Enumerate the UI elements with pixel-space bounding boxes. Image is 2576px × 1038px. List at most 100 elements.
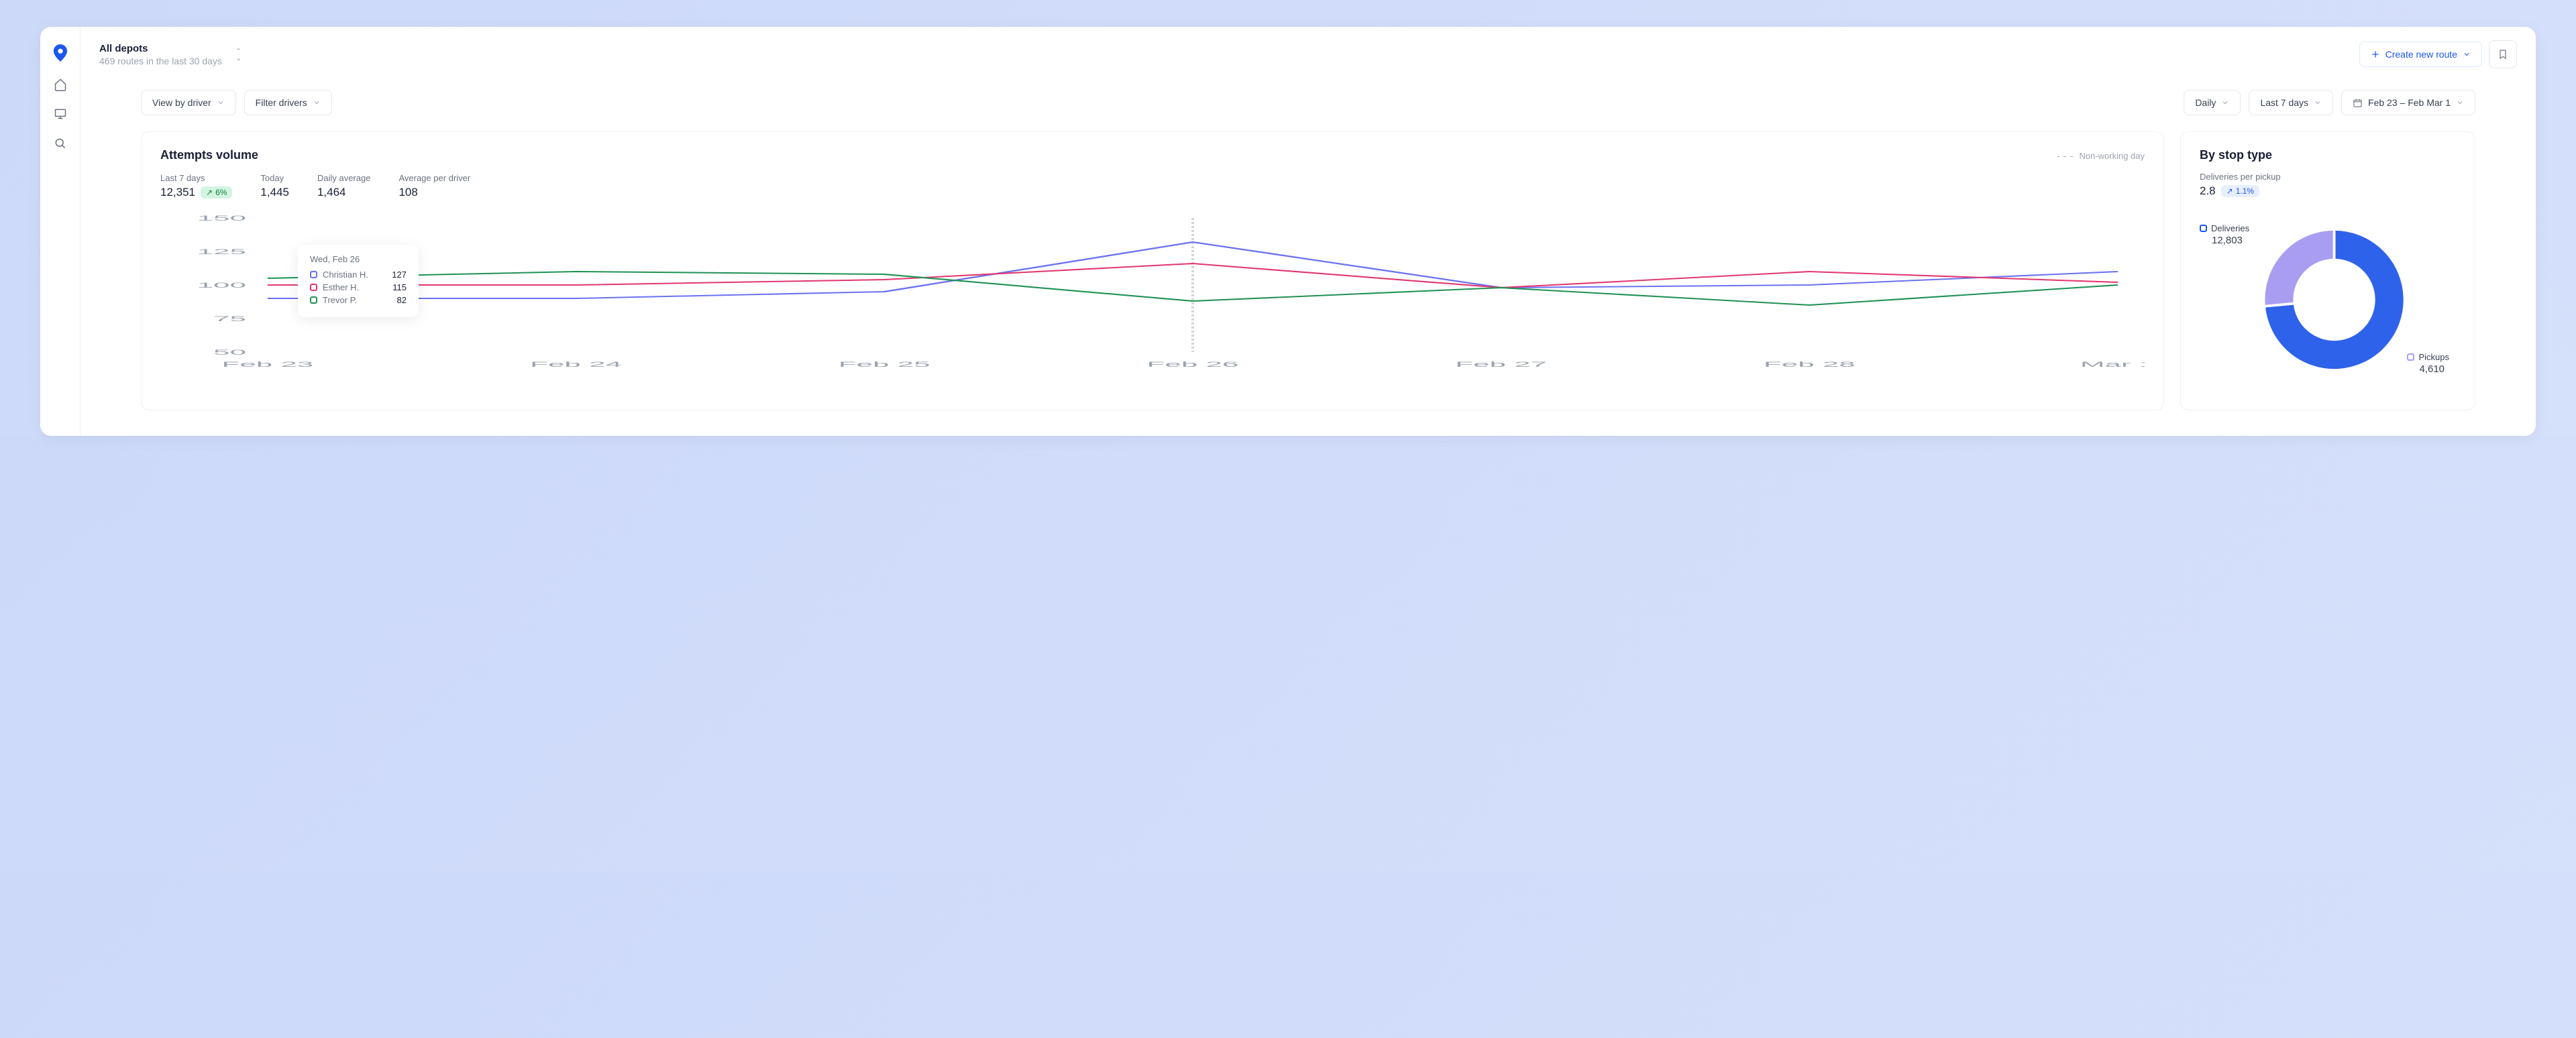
tt-name: Esther H. (323, 282, 387, 292)
create-route-button[interactable]: Create new route (2359, 42, 2482, 67)
plus-icon (2371, 50, 2380, 59)
svg-text:Mar 1: Mar 1 (2080, 360, 2145, 368)
granularity-dropdown[interactable]: Daily (2184, 90, 2241, 115)
chevron-down-icon (2463, 50, 2471, 58)
metric-label: Average per driver (398, 173, 470, 183)
delta-pill: ↗ 1.1% (2221, 185, 2259, 197)
stop-sub: Deliveries per pickup (2200, 172, 2456, 182)
chevron-down-icon (217, 99, 225, 107)
chart-tooltip: Wed, Feb 26 Christian H. 127 Esther H. 1… (298, 245, 419, 317)
tooltip-row: Christian H. 127 (310, 270, 407, 280)
tt-val: 127 (392, 270, 407, 280)
bookmark-icon (2498, 49, 2508, 60)
granularity-label: Daily (2195, 97, 2216, 108)
svg-text:150: 150 (197, 214, 246, 222)
depot-title: All depots (99, 43, 222, 54)
svg-text:Feb 28: Feb 28 (1764, 360, 1856, 368)
stop-title: By stop type (2200, 148, 2456, 162)
bookmark-button[interactable] (2489, 40, 2517, 68)
depot-chevrons-icon[interactable]: ⌃⌃ (235, 50, 241, 59)
series-swatch-icon (2407, 353, 2414, 361)
attempts-title: Attempts volume (160, 148, 258, 162)
sidebar-rail (40, 27, 80, 436)
chevron-down-icon (313, 99, 321, 107)
date-picker[interactable]: Feb 23 – Feb Mar 1 (2341, 90, 2475, 115)
donut-chart[interactable]: Deliveries 12,803 Pickups 4,610 (2200, 206, 2456, 394)
dashes-icon: - - - (2057, 151, 2074, 161)
metric-val: 1,445 (260, 186, 289, 199)
nwd-label: Non-working day (2079, 151, 2145, 161)
svg-text:Feb 25: Feb 25 (839, 360, 930, 368)
series-swatch-icon (310, 284, 317, 291)
filters-toolbar: View by driver Filter drivers Daily Last… (80, 82, 2536, 131)
chevron-down-icon (2456, 99, 2464, 107)
view-by-dropdown[interactable]: View by driver (141, 90, 236, 115)
metric-label: Daily average (317, 173, 371, 183)
metric-today: Today 1,445 (260, 173, 289, 199)
metric-label: Today (260, 173, 289, 183)
topbar: All depots 469 routes in the last 30 day… (80, 27, 2536, 82)
filter-drivers-dropdown[interactable]: Filter drivers (244, 90, 332, 115)
leg-name: Deliveries (2211, 223, 2249, 233)
stop-type-card: By stop type Deliveries per pickup 2.8 ↗… (2180, 131, 2475, 410)
create-route-label: Create new route (2385, 49, 2457, 60)
metric-label: Last 7 days (160, 173, 232, 183)
pickups-legend: Pickups 4,610 (2407, 352, 2449, 375)
home-icon[interactable] (54, 78, 67, 91)
metric-val: 12,351 (160, 186, 195, 199)
series-swatch-icon (310, 296, 317, 304)
view-by-label: View by driver (152, 97, 211, 108)
tooltip-row: Trevor P. 82 (310, 295, 407, 305)
logo-pin-icon (53, 44, 68, 62)
search-icon[interactable] (54, 137, 67, 150)
svg-text:Feb 23: Feb 23 (221, 360, 313, 368)
chevron-down-icon (2314, 99, 2322, 107)
metric-val: 108 (398, 186, 470, 199)
svg-text:Feb 26: Feb 26 (1147, 360, 1239, 368)
tooltip-row: Esther H. 115 (310, 282, 407, 292)
svg-text:100: 100 (197, 281, 246, 289)
range-label: Last 7 days (2260, 97, 2308, 108)
tooltip-date: Wed, Feb 26 (310, 254, 407, 264)
metric-per-driver: Average per driver 108 (398, 173, 470, 199)
range-dropdown[interactable]: Last 7 days (2249, 90, 2333, 115)
svg-text:125: 125 (197, 247, 246, 255)
svg-text:50: 50 (213, 348, 246, 356)
date-label: Feb 23 – Feb Mar 1 (2368, 97, 2451, 108)
calendar-icon (2353, 98, 2363, 108)
attempts-volume-card: Attempts volume - - - Non-working day La… (141, 131, 2164, 410)
leg-val: 12,803 (2212, 235, 2249, 246)
tt-name: Christian H. (323, 270, 386, 280)
depot-selector[interactable]: All depots 469 routes in the last 30 day… (99, 43, 222, 66)
svg-text:75: 75 (213, 314, 246, 323)
delta-pill: ↗ 6% (201, 186, 232, 198)
svg-text:Feb 24: Feb 24 (530, 360, 622, 368)
content: Attempts volume - - - Non-working day La… (80, 131, 2536, 410)
leg-name: Pickups (2418, 352, 2449, 362)
delta-val: 1.1% (2236, 186, 2254, 196)
deliveries-legend: Deliveries 12,803 (2200, 223, 2249, 246)
nwd-legend: - - - Non-working day (2057, 151, 2145, 161)
metrics-row: Last 7 days 12,351 ↗ 6% Today 1,445 (160, 173, 2145, 199)
line-chart[interactable]: 50 75 100 125 150 Feb 23 Feb 24 Feb 25 Feb 26 Feb… (160, 211, 2145, 372)
presentation-icon[interactable] (54, 107, 67, 121)
main-content: All depots 469 routes in the last 30 day… (80, 27, 2536, 436)
leg-val: 4,610 (2419, 363, 2449, 375)
stop-val: 2.8 (2200, 184, 2216, 198)
metric-val: 1,464 (317, 186, 371, 199)
delta-val: 6% (215, 188, 227, 197)
series-swatch-icon (310, 271, 317, 278)
tt-val: 82 (397, 295, 407, 305)
metric-avg: Daily average 1,464 (317, 173, 371, 199)
depot-subtitle: 469 routes in the last 30 days (99, 56, 222, 66)
tt-val: 115 (392, 282, 407, 292)
tt-name: Trevor P. (323, 295, 392, 305)
metric-last7: Last 7 days 12,351 ↗ 6% (160, 173, 232, 199)
svg-text:Feb 27: Feb 27 (1455, 360, 1547, 368)
filter-label: Filter drivers (256, 97, 307, 108)
arrow-up-icon: ↗ (2226, 186, 2233, 196)
series-swatch-icon (2200, 225, 2207, 232)
app-window: All depots 469 routes in the last 30 day… (40, 27, 2536, 436)
arrow-up-icon: ↗ (206, 188, 213, 197)
chevron-down-icon (2221, 99, 2229, 107)
